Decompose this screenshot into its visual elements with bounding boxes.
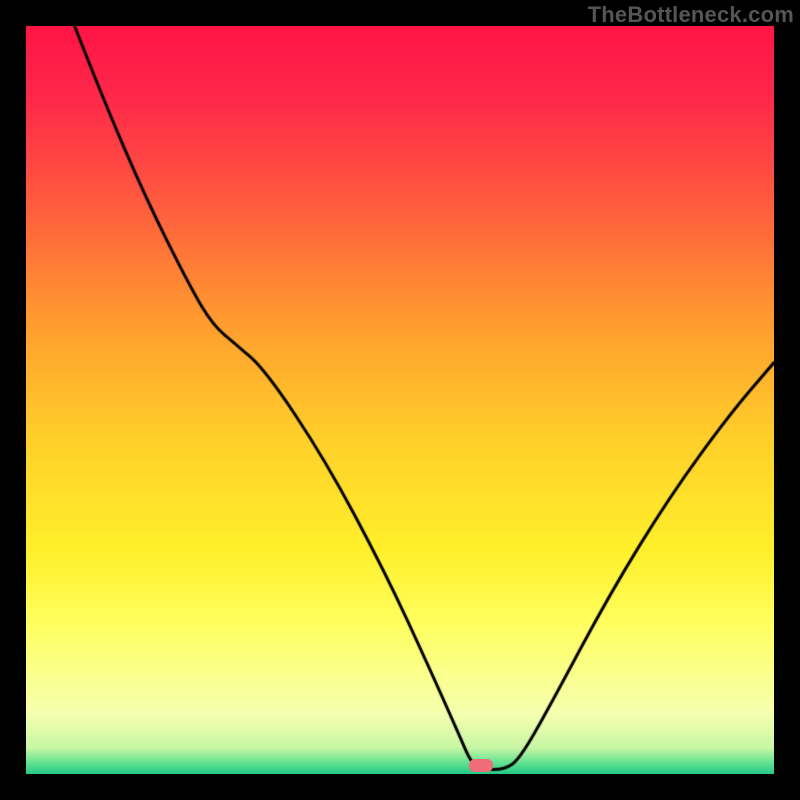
watermark-text: TheBottleneck.com bbox=[588, 2, 794, 28]
bottleneck-curve bbox=[26, 26, 774, 774]
plot-area bbox=[26, 26, 774, 774]
highlight-marker bbox=[469, 759, 493, 772]
chart-container: TheBottleneck.com bbox=[0, 0, 800, 800]
